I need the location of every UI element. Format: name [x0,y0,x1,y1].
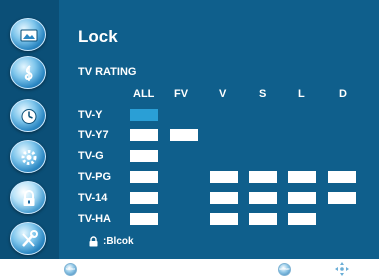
rating-cell-tv-pg-v[interactable] [210,171,238,183]
tools-icon [22,230,38,247]
lock-legend: :Blcok [88,236,134,247]
rating-cell-tv-pg-d[interactable] [328,171,356,183]
rating-cell-tv-y7-all[interactable] [130,129,158,141]
rating-cell-tv-ha-l[interactable] [288,213,316,225]
row-label-tv-pg: TV-PG [78,171,112,183]
dpad-icon[interactable] [335,262,349,276]
button-hint-bar: MENU ENTER [0,259,379,280]
menu-button-text: MENU [66,267,75,271]
sidebar-item-sound[interactable] [10,56,46,89]
rating-cell-tv-14-v[interactable] [210,192,238,204]
tv-rating-label: TV RATING [78,66,137,78]
sound-icon [24,65,33,81]
lock-icon [89,236,98,247]
menu-sidebar [0,0,59,259]
lock-icon [23,190,35,206]
lock-menu-panel: Lock TV RATING ALL FV V S L D TV-Y TV-Y7… [0,0,379,259]
row-label-tv-14: TV-14 [78,192,108,204]
enter-button-text: ENTER [279,267,290,271]
rating-cell-tv-pg-l[interactable] [288,171,316,183]
column-header-d: D [339,88,347,100]
row-label-tv-y7: TV-Y7 [78,129,109,141]
row-label-tv-g: TV-G [78,150,104,162]
time-icon [21,109,37,124]
rating-cell-tv-ha-v[interactable] [210,213,238,225]
sidebar-item-picture[interactable] [10,18,46,51]
column-header-v: V [219,88,227,100]
rating-cell-tv-14-s[interactable] [249,192,277,204]
menu-button-icon[interactable]: MENU [64,263,77,276]
column-header-l: L [298,88,305,100]
row-label-tv-y: TV-Y [78,109,103,121]
setup-icon [21,150,37,165]
rating-cell-tv-ha-all[interactable] [130,213,158,225]
sidebar-item-lock[interactable] [10,181,46,214]
enter-button-icon[interactable]: ENTER [278,263,291,276]
picture-icon [20,29,38,42]
rating-cell-tv-14-all[interactable] [130,192,158,204]
column-header-fv: FV [174,88,189,100]
rating-cell-tv-pg-all[interactable] [130,171,158,183]
rating-cell-tv-g-all[interactable] [130,150,158,162]
rating-cell-tv-14-d[interactable] [328,192,356,204]
sidebar-item-tools[interactable] [10,222,46,255]
column-header-all: ALL [133,88,155,100]
rating-cell-tv-ha-s[interactable] [249,213,277,225]
page-title: Lock [78,27,118,46]
row-label-tv-ha: TV-HA [78,213,111,225]
rating-cell-tv-pg-s[interactable] [249,171,277,183]
legend-text: :Blcok [103,236,134,247]
rating-cell-tv-y7-fv[interactable] [170,129,198,141]
sidebar-item-setup[interactable] [10,140,46,173]
rating-cell-tv-y-all[interactable] [130,109,158,121]
column-header-s: S [259,88,267,100]
rating-cell-tv-14-l[interactable] [288,192,316,204]
sidebar-item-time[interactable] [10,99,46,132]
